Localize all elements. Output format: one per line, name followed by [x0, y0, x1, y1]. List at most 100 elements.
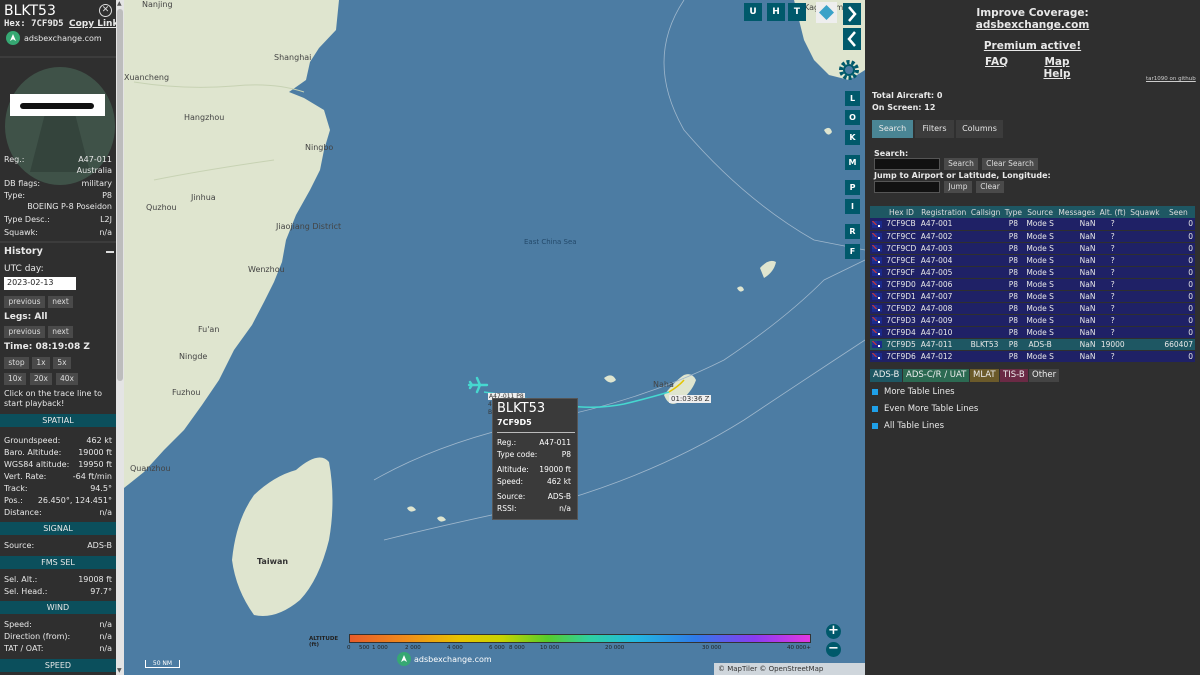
- speed-5x-button[interactable]: 5x: [53, 357, 71, 369]
- speed-section-header[interactable]: SPEED: [0, 659, 116, 672]
- toggle-r-button[interactable]: R: [845, 224, 860, 239]
- speed-40x-button[interactable]: 40x: [56, 373, 78, 385]
- checkbox-icon[interactable]: [872, 389, 878, 395]
- map-attribution[interactable]: © MapTiler © OpenStreetMap contributors: [714, 663, 865, 675]
- toggle-p-button[interactable]: P: [845, 180, 860, 195]
- collapse-sidebar-icon[interactable]: [843, 3, 861, 25]
- map-brand[interactable]: adsbexchange.com: [397, 652, 492, 666]
- toggle-t-button[interactable]: T: [788, 3, 806, 21]
- leg-next-button[interactable]: next: [48, 326, 73, 338]
- amami-island: [760, 260, 776, 278]
- speed-1x-button[interactable]: 1x: [32, 357, 50, 369]
- map-view[interactable]: Nanjing Shanghai Xuancheng Hangzhou Ning…: [124, 0, 865, 675]
- toggle-l-button[interactable]: L: [845, 91, 860, 106]
- table-row[interactable]: 7CF9D3 A47-009 P8 Mode S NaN? 0: [870, 314, 1195, 327]
- zoom-in-button[interactable]: +: [826, 624, 841, 639]
- settings-gear-icon[interactable]: [836, 57, 862, 83]
- version-link[interactable]: tar1090 on github: [1146, 76, 1196, 82]
- utc-day-input[interactable]: 2023-02-13: [4, 277, 76, 290]
- column-header[interactable]: Alt. (ft): [1097, 206, 1129, 218]
- aircraft-table: Hex ID Registration Callsign Type Source Mess…: [870, 206, 1195, 363]
- toggle-u-button[interactable]: U: [744, 3, 762, 21]
- table-row[interactable]: 7CF9D6 A47-012 P8 Mode S NaN? 0: [870, 350, 1195, 363]
- clear-button[interactable]: Clear: [976, 181, 1004, 193]
- map-help-link[interactable]: Map Help: [1032, 56, 1082, 80]
- column-header[interactable]: Source: [1024, 206, 1057, 218]
- close-icon[interactable]: ✕: [99, 4, 112, 17]
- tab-search[interactable]: Search: [872, 120, 913, 138]
- speed-10x-button[interactable]: 10x: [4, 373, 26, 385]
- toggle-f-button[interactable]: F: [845, 244, 860, 259]
- layers-icon[interactable]: [816, 2, 837, 23]
- clear-search-button[interactable]: Clear Search: [982, 158, 1038, 170]
- column-header[interactable]: Callsign: [968, 206, 1003, 218]
- toggle-k-button[interactable]: K: [845, 130, 860, 145]
- back-icon[interactable]: [843, 28, 861, 50]
- signal-section-header[interactable]: SIGNAL: [0, 522, 116, 535]
- table-cell: Mode S: [1024, 278, 1057, 291]
- table-cell: [968, 290, 1003, 303]
- collapse-history-icon[interactable]: [106, 251, 114, 253]
- search-input[interactable]: [874, 158, 940, 170]
- table-cell: [1128, 266, 1162, 279]
- table-row[interactable]: 7CF9D1 A47-007 P8 Mode S NaN? 0: [870, 290, 1195, 303]
- toggle-i-button[interactable]: I: [845, 199, 860, 214]
- table-row[interactable]: 7CF9D4 A47-010 P8 Mode S NaN? 0: [870, 326, 1195, 339]
- scroll-thumb[interactable]: [117, 9, 123, 381]
- spatial-section-header[interactable]: SPATIAL: [0, 414, 116, 427]
- table-lines-option[interactable]: More Table Lines: [872, 387, 955, 397]
- fms-section-header[interactable]: FMS SEL: [0, 556, 116, 569]
- day-previous-button[interactable]: previous: [4, 296, 45, 308]
- table-row[interactable]: 7CF9CF A47-005 P8 Mode S NaN? 0: [870, 266, 1195, 279]
- table-row[interactable]: 7CF9D5 A47-011 BLKT53 P8 ADS-B NaN 19000 660407: [870, 338, 1195, 351]
- scroll-up-icon[interactable]: ▲: [117, 0, 122, 7]
- column-header[interactable]: Type: [1002, 206, 1025, 218]
- left-panel-scrollbar[interactable]: ▲ ▼: [116, 0, 124, 675]
- checkbox-icon[interactable]: [872, 423, 878, 429]
- column-header[interactable]: Messages: [1056, 206, 1098, 218]
- zoom-out-button[interactable]: −: [826, 642, 841, 657]
- australia-flag-icon: [872, 317, 882, 324]
- spatial-row-key: Baro. Altitude:: [4, 448, 62, 457]
- jump-button[interactable]: Jump: [944, 181, 972, 193]
- column-header[interactable]: Squawk: [1128, 206, 1162, 218]
- speed-20x-button[interactable]: 20x: [30, 373, 52, 385]
- fms-row-key: Sel. Head.:: [4, 587, 48, 596]
- aircraft-photo[interactable]: [10, 94, 105, 116]
- table-row[interactable]: 7CF9CE A47-004 P8 Mode S NaN? 0: [870, 254, 1195, 267]
- table-row[interactable]: 7CF9D2 A47-008 P8 Mode S NaN? 0: [870, 302, 1195, 315]
- table-cell: 7CF9D6: [884, 350, 919, 363]
- improve-coverage-link[interactable]: adsbexchange.com: [865, 19, 1200, 31]
- wind-section-header[interactable]: WIND: [0, 601, 116, 614]
- faq-link[interactable]: FAQ: [984, 56, 1009, 68]
- toggle-h-button[interactable]: H: [767, 3, 785, 21]
- table-row[interactable]: 7CF9CB A47-001 P8 Mode S NaN? 0: [870, 218, 1195, 231]
- column-header[interactable]: Hex ID: [884, 206, 919, 218]
- premium-link[interactable]: Premium active!: [865, 40, 1200, 52]
- table-row[interactable]: 7CF9CD A47-003 P8 Mode S NaN? 0: [870, 242, 1195, 255]
- table-lines-option[interactable]: Even More Table Lines: [872, 404, 978, 414]
- brand-link[interactable]: adsbexchange.com: [6, 31, 102, 45]
- search-button[interactable]: Search: [944, 158, 978, 170]
- table-lines-option[interactable]: All Table Lines: [872, 421, 944, 431]
- column-header[interactable]: Seen: [1161, 206, 1195, 218]
- day-next-button[interactable]: next: [48, 296, 73, 308]
- toggle-m-button[interactable]: M: [845, 155, 860, 170]
- toggle-o-button[interactable]: O: [845, 110, 860, 125]
- aircraft-marker-icon[interactable]: [467, 375, 489, 395]
- column-header[interactable]: [870, 206, 885, 218]
- tab-columns[interactable]: Columns: [956, 120, 1003, 138]
- copy-link[interactable]: Copy Link: [69, 19, 118, 29]
- table-row[interactable]: 7CF9CC A47-002 P8 Mode S NaN? 0: [870, 230, 1195, 243]
- tab-filters[interactable]: Filters: [915, 120, 954, 138]
- altitude-tick: 8 000: [509, 645, 525, 651]
- table-row[interactable]: 7CF9D0 A47-006 P8 Mode S NaN? 0: [870, 278, 1195, 291]
- stop-button[interactable]: stop: [4, 357, 29, 369]
- scroll-down-icon[interactable]: ▼: [117, 667, 122, 674]
- jump-input[interactable]: [874, 181, 940, 193]
- table-cell: [968, 326, 1003, 339]
- leg-previous-button[interactable]: previous: [4, 326, 45, 338]
- column-header[interactable]: Registration: [918, 206, 969, 218]
- checkbox-icon[interactable]: [872, 406, 878, 412]
- australia-flag-icon: [872, 269, 882, 276]
